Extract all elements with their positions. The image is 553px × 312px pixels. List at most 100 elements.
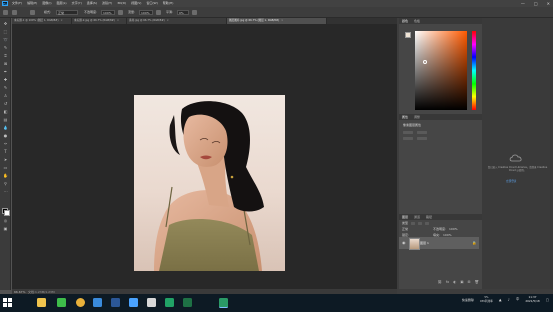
menu-select[interactable]: 选择(S) xyxy=(87,1,97,5)
tab-adjustments[interactable]: 调整 xyxy=(414,115,420,119)
layer-row[interactable]: ◉ 图层 1 🔒 xyxy=(399,237,479,250)
tab-properties[interactable]: 属性 xyxy=(402,115,408,119)
type-tool-icon[interactable]: T xyxy=(3,149,8,154)
dodge-tool-icon[interactable]: ● xyxy=(3,133,8,138)
zoom-level[interactable]: 66.67% xyxy=(14,290,25,294)
tab-close-icon[interactable]: × xyxy=(60,19,62,22)
tab-swatches[interactable]: 色板 xyxy=(414,19,420,23)
lasso-tool-icon[interactable]: ➰ xyxy=(3,37,8,42)
brush-tool-preset-icon[interactable] xyxy=(3,10,8,15)
marquee-tool-icon[interactable]: ⬚ xyxy=(3,29,8,34)
photoshop-icon[interactable] xyxy=(219,298,228,308)
y-field[interactable] xyxy=(417,137,427,140)
filter-adjustment-icon[interactable] xyxy=(418,221,423,225)
delete-layer-icon[interactable]: 🗑 xyxy=(475,280,479,285)
sheets-icon[interactable] xyxy=(165,298,174,307)
frame-tool-icon[interactable]: ⊠ xyxy=(3,61,8,66)
network-icon[interactable]: ▲ xyxy=(499,298,502,302)
pressure-opacity-icon[interactable] xyxy=(118,10,123,15)
visibility-eye-icon[interactable]: ◉ xyxy=(402,240,406,245)
quick-delete-label[interactable]: 快速删除 xyxy=(462,298,474,302)
new-layer-icon[interactable]: ⊞ xyxy=(468,280,471,285)
add-mask-icon[interactable]: ▣ xyxy=(460,280,463,285)
width-field[interactable] xyxy=(403,131,413,134)
height-field[interactable] xyxy=(417,131,427,134)
path-select-tool-icon[interactable]: ➤ xyxy=(3,157,8,162)
adjustment-layer-icon[interactable]: ◐ xyxy=(453,280,456,285)
blend-mode-select[interactable]: 正常 xyxy=(402,227,430,231)
color-picker-marker[interactable] xyxy=(423,60,427,64)
media-icon[interactable] xyxy=(147,298,156,307)
minimize-icon[interactable]: — xyxy=(521,1,525,6)
menu-layer[interactable]: 图层(L) xyxy=(57,1,67,5)
move-tool-icon[interactable]: ✥ xyxy=(3,21,8,26)
document-info[interactable]: 文档:1.23M/1.23M xyxy=(28,290,55,294)
menu-filter[interactable]: 滤镜(T) xyxy=(102,1,112,5)
quick-select-tool-icon[interactable]: ✎ xyxy=(3,45,8,50)
eraser-tool-icon[interactable]: ◧ xyxy=(3,109,8,114)
canvas-area[interactable] xyxy=(12,24,397,289)
filter-pixel-icon[interactable] xyxy=(411,221,416,225)
hand-tool-icon[interactable]: ✋ xyxy=(3,173,8,178)
tab-channels[interactable]: 通道 xyxy=(414,215,420,219)
smoothing-field[interactable]: 0% xyxy=(177,9,189,15)
tab-paths[interactable]: 路径 xyxy=(426,215,432,219)
filter-type-icon[interactable] xyxy=(425,221,430,225)
flow-field[interactable]: 100% xyxy=(139,9,153,15)
layer-opacity-value[interactable]: 100% xyxy=(449,227,458,231)
tab-close-icon[interactable]: × xyxy=(117,19,119,22)
pen-tool-icon[interactable]: ✑ xyxy=(3,141,8,146)
menu-3d[interactable]: 3D(D) xyxy=(117,1,126,5)
background-color-swatch[interactable] xyxy=(4,210,10,216)
color-picker-field[interactable] xyxy=(415,31,467,110)
layer-name[interactable]: 图层 1 xyxy=(420,241,429,245)
mode-select[interactable]: 正常 xyxy=(56,9,78,15)
close-icon[interactable]: ✕ xyxy=(547,1,550,6)
crop-tool-icon[interactable]: ⌗ xyxy=(3,53,8,58)
qq-browser-icon[interactable] xyxy=(93,298,102,307)
layer-filter-select[interactable]: 类型 xyxy=(402,221,408,225)
tab-close-icon[interactable]: × xyxy=(167,19,169,22)
notification-icon[interactable]: ▢ xyxy=(546,298,549,302)
portrait-photo[interactable] xyxy=(134,95,285,271)
language-icon[interactable]: 中 xyxy=(516,297,520,302)
excel-icon[interactable] xyxy=(183,298,192,307)
hue-slider[interactable] xyxy=(472,31,476,110)
opacity-field[interactable]: 100% xyxy=(101,9,115,15)
layer-style-icon[interactable]: fx xyxy=(446,280,449,285)
airbrush-icon[interactable] xyxy=(156,10,161,15)
edit-toolbar-icon[interactable]: ⋯ xyxy=(3,189,8,194)
tab-layers[interactable]: 图层 xyxy=(402,215,408,219)
word-icon[interactable] xyxy=(111,298,120,307)
brush-tool-icon[interactable]: ✎ xyxy=(3,85,8,90)
volume-icon[interactable]: ♪ xyxy=(508,298,510,302)
wechat-icon[interactable] xyxy=(57,298,66,307)
clone-stamp-tool-icon[interactable]: ♙ xyxy=(3,93,8,98)
menu-view[interactable]: 视图(V) xyxy=(131,1,141,5)
brush-size-icon[interactable] xyxy=(12,10,17,15)
healing-brush-tool-icon[interactable]: ✚ xyxy=(3,77,8,82)
eyedropper-tool-icon[interactable]: ✒ xyxy=(3,69,8,74)
menu-type[interactable]: 文字(Y) xyxy=(72,1,82,5)
menu-help[interactable]: 帮助(H) xyxy=(163,1,174,5)
x-field[interactable] xyxy=(403,137,413,140)
sign-in-link[interactable]: 立即登录 xyxy=(506,179,516,183)
menu-edit[interactable]: 编辑(E) xyxy=(27,1,37,5)
blur-tool-icon[interactable]: 💧 xyxy=(3,125,8,130)
windows-start-icon[interactable] xyxy=(3,298,12,307)
link-layers-icon[interactable]: ⛓ xyxy=(437,280,441,285)
maximize-icon[interactable]: □ xyxy=(534,1,538,6)
browser-icon[interactable] xyxy=(129,298,138,307)
menu-file[interactable]: 文件(F) xyxy=(12,1,22,5)
quick-mask-icon[interactable]: ◎ xyxy=(3,218,8,223)
tab-close-icon[interactable]: × xyxy=(281,19,283,22)
clock[interactable]: 11:37 2021/5/18 xyxy=(525,295,539,303)
zoom-tool-icon[interactable]: ⚲ xyxy=(3,181,8,186)
color-panel-foreground-swatch[interactable] xyxy=(405,32,411,38)
tab-color[interactable]: 颜色 xyxy=(402,19,408,23)
menu-window[interactable]: 窗口(W) xyxy=(146,1,157,5)
gradient-tool-icon[interactable]: ▤ xyxy=(3,117,8,122)
rectangle-tool-icon[interactable]: ▭ xyxy=(3,165,8,170)
menu-image[interactable]: 图像(I) xyxy=(42,1,51,5)
chrome-icon[interactable] xyxy=(76,298,85,307)
